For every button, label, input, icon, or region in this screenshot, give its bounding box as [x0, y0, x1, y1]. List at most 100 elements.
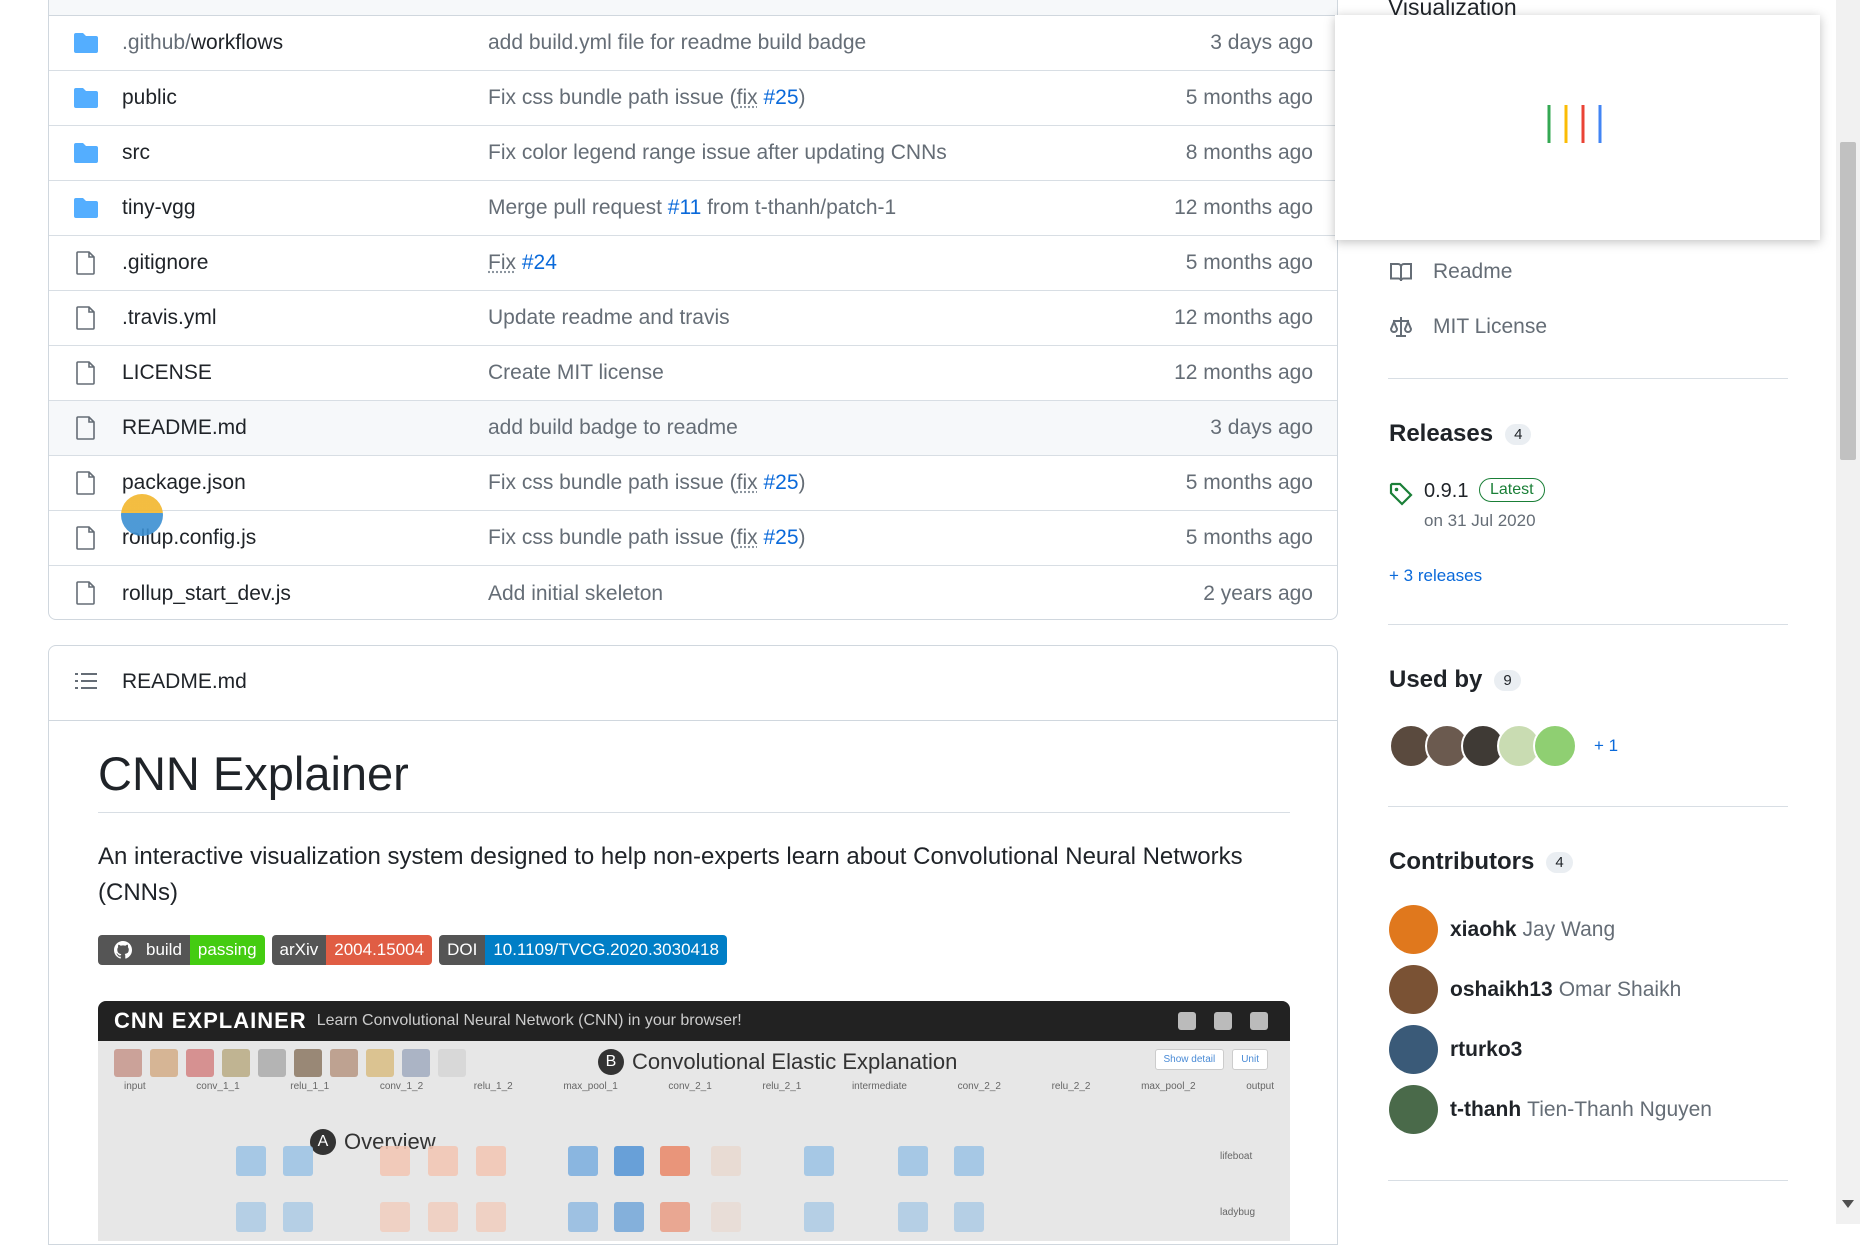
contributors-heading[interactable]: Contributors 4: [1389, 848, 1573, 876]
file-row[interactable]: rollup_start_dev.js Add initial skeleton 2…: [49, 566, 1337, 620]
file-name-text[interactable]: .travis.yml: [122, 306, 217, 329]
neuron-cell[interactable]: [614, 1146, 644, 1176]
neuron-cell[interactable]: [804, 1146, 834, 1176]
commit-age[interactable]: 5 months ago: [1186, 86, 1313, 110]
contributor-login[interactable]: t-thanh: [1450, 1098, 1521, 1122]
readme-screenshot[interactable]: CNN EXPLAINER Learn Convolutional Neural…: [98, 1001, 1290, 1241]
commit-message[interactable]: Add initial skeleton: [488, 582, 663, 606]
thumbnail-image[interactable]: [186, 1049, 214, 1077]
file-name-text[interactable]: public: [122, 86, 177, 109]
commit-age[interactable]: 5 months ago: [1186, 471, 1313, 495]
file-name[interactable]: src: [122, 141, 150, 165]
neuron-cell[interactable]: [660, 1146, 690, 1176]
file-row[interactable]: .gitignore Fix #24 5 months ago: [49, 236, 1337, 291]
badge-build[interactable]: build passing: [98, 935, 265, 965]
commit-message[interactable]: Fix #24: [488, 251, 557, 275]
more-releases-link[interactable]: + 3 releases: [1389, 566, 1482, 586]
thumbnail-image[interactable]: [114, 1049, 142, 1077]
avatar[interactable]: [1389, 965, 1438, 1014]
commit-age[interactable]: 3 days ago: [1210, 31, 1313, 55]
file-name-text[interactable]: README.md: [122, 416, 247, 439]
readme-filename[interactable]: README.md: [122, 670, 247, 694]
commit-message[interactable]: Merge pull request #11 from t-thanh/patc…: [488, 196, 896, 220]
file-row[interactable]: README.md add build badge to readme 3 days…: [49, 401, 1337, 456]
file-row[interactable]: tiny-vgg Merge pull request #11 from t-th…: [49, 181, 1337, 236]
commit-message[interactable]: Fix color legend range issue after updat…: [488, 141, 947, 165]
commit-age[interactable]: 8 months ago: [1186, 141, 1313, 165]
neuron-cell[interactable]: [428, 1202, 458, 1232]
file-row[interactable]: .travis.yml Update readme and travis 12 mo…: [49, 291, 1337, 346]
thumbnail-image[interactable]: [402, 1049, 430, 1077]
contributor-item[interactable]: xiaohk Jay Wang: [1389, 905, 1615, 954]
license-link[interactable]: MIT License: [1389, 315, 1547, 339]
file-name[interactable]: tiny-vgg: [122, 196, 196, 220]
neuron-cell[interactable]: [954, 1146, 984, 1176]
neuron-cell[interactable]: [898, 1146, 928, 1176]
used-by-heading[interactable]: Used by 9: [1389, 666, 1521, 694]
commit-age[interactable]: 2 years ago: [1203, 582, 1313, 606]
commit-message[interactable]: Fix css bundle path issue (fix #25): [488, 86, 806, 110]
add-image-icon[interactable]: [438, 1049, 466, 1077]
file-name-text[interactable]: workflows: [191, 31, 283, 54]
commit-message[interactable]: Create MIT license: [488, 361, 664, 385]
neuron-cell[interactable]: [614, 1202, 644, 1232]
contributor-login[interactable]: rturko3: [1450, 1038, 1522, 1062]
commit-message[interactable]: Update readme and travis: [488, 306, 730, 330]
file-name-text[interactable]: tiny-vgg: [122, 196, 196, 219]
contributor-item[interactable]: rturko3: [1389, 1025, 1528, 1074]
list-icon[interactable]: [75, 671, 97, 691]
commit-age[interactable]: 12 months ago: [1174, 196, 1313, 220]
page-scrollbar[interactable]: [1836, 0, 1860, 1224]
used-by-more-link[interactable]: + 1: [1594, 736, 1618, 756]
used-by-avatars[interactable]: [1389, 724, 1569, 768]
contributor-item[interactable]: oshaikh13 Omar Shaikh: [1389, 965, 1681, 1014]
release-version[interactable]: 0.9.1: [1424, 480, 1468, 503]
neuron-cell[interactable]: [954, 1202, 984, 1232]
file-row[interactable]: src Fix color legend range issue after up…: [49, 126, 1337, 181]
neuron-cell[interactable]: [476, 1202, 506, 1232]
floating-extension-icon[interactable]: [121, 494, 163, 536]
commit-message[interactable]: Fix css bundle path issue (fix #25): [488, 526, 806, 550]
neuron-cell[interactable]: [804, 1202, 834, 1232]
neuron-cell[interactable]: [568, 1202, 598, 1232]
avatar[interactable]: [1533, 724, 1577, 768]
badge-arxiv[interactable]: arXiv 2004.15004: [272, 935, 433, 965]
file-name-text[interactable]: package.json: [122, 471, 246, 494]
issue-link[interactable]: #25: [763, 471, 798, 494]
file-name[interactable]: .gitignore: [122, 251, 208, 275]
file-row[interactable]: LICENSE Create MIT license 12 months ago: [49, 346, 1337, 401]
neuron-cell[interactable]: [236, 1202, 266, 1232]
thumbnail-image[interactable]: [330, 1049, 358, 1077]
commit-message[interactable]: Fix css bundle path issue (fix #25): [488, 471, 806, 495]
neuron-cell[interactable]: [380, 1202, 410, 1232]
file-row[interactable]: package.json Fix css bundle path issue (f…: [49, 456, 1337, 511]
avatar[interactable]: [1389, 905, 1438, 954]
neuron-cell[interactable]: [283, 1202, 313, 1232]
commit-age[interactable]: 5 months ago: [1186, 526, 1313, 550]
file-name-text[interactable]: src: [122, 141, 150, 164]
neuron-cell[interactable]: [283, 1146, 313, 1176]
neuron-cell[interactable]: [380, 1146, 410, 1176]
avatar[interactable]: [1389, 1085, 1438, 1134]
avatar[interactable]: [1389, 1025, 1438, 1074]
scrollbar-thumb[interactable]: [1840, 142, 1856, 460]
commit-message[interactable]: add build.yml file for readme build badg…: [488, 31, 866, 55]
commit-message[interactable]: add build badge to readme: [488, 416, 738, 440]
file-name[interactable]: public: [122, 86, 177, 110]
file-row[interactable]: .github/workflows add build.yml file for …: [49, 16, 1337, 71]
readme-link[interactable]: Readme: [1389, 260, 1512, 284]
file-name[interactable]: README.md: [122, 416, 247, 440]
neuron-cell[interactable]: [428, 1146, 458, 1176]
issue-link[interactable]: #25: [763, 526, 798, 549]
neuron-cell[interactable]: [476, 1146, 506, 1176]
badge-doi[interactable]: DOI 10.1109/TVCG.2020.3030418: [439, 935, 727, 965]
commit-age[interactable]: 5 months ago: [1186, 251, 1313, 275]
neuron-cell[interactable]: [898, 1202, 928, 1232]
file-name-text[interactable]: LICENSE: [122, 361, 212, 384]
neuron-cell[interactable]: [711, 1146, 741, 1176]
file-name[interactable]: .github/workflows: [122, 31, 283, 55]
neuron-cell[interactable]: [568, 1146, 598, 1176]
neuron-cell[interactable]: [711, 1202, 741, 1232]
commit-age[interactable]: 12 months ago: [1174, 306, 1313, 330]
file-row[interactable]: public Fix css bundle path issue (fix #25…: [49, 71, 1337, 126]
